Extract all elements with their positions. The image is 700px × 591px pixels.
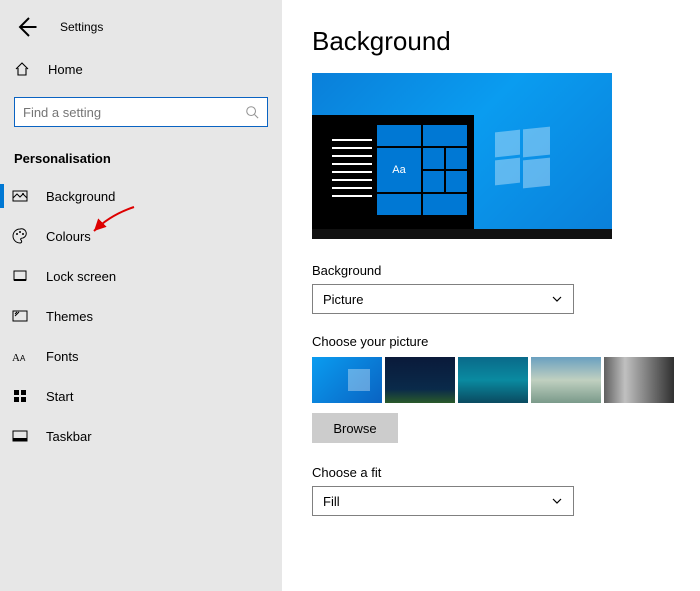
background-dropdown-label: Background	[312, 263, 680, 278]
choose-picture-label: Choose your picture	[312, 334, 680, 349]
sidebar-item-background[interactable]: Background	[0, 176, 282, 216]
start-icon	[12, 388, 28, 404]
sidebar-item-label: Colours	[46, 229, 91, 244]
fit-dropdown-label: Choose a fit	[312, 465, 680, 480]
picture-icon	[12, 188, 28, 204]
home-icon	[14, 61, 30, 77]
picture-thumb[interactable]	[312, 357, 382, 403]
home-label: Home	[48, 62, 83, 77]
arrow-left-icon	[14, 15, 38, 39]
section-title: Personalisation	[0, 131, 282, 176]
svg-text:A: A	[12, 352, 20, 364]
picture-thumb[interactable]	[458, 357, 528, 403]
sidebar-item-start[interactable]: Start	[0, 376, 282, 416]
background-dropdown[interactable]: Picture	[312, 284, 574, 314]
palette-icon	[12, 228, 28, 244]
svg-text:A: A	[20, 354, 26, 363]
search-input[interactable]	[23, 105, 245, 120]
picture-thumbnails	[312, 357, 680, 403]
chevron-down-icon	[551, 293, 563, 305]
sidebar-item-label: Lock screen	[46, 269, 116, 284]
fit-dropdown-value: Fill	[323, 494, 340, 509]
sidebar-item-colours[interactable]: Colours	[0, 216, 282, 256]
search-icon	[245, 105, 259, 119]
app-title: Settings	[60, 20, 103, 34]
fit-dropdown[interactable]: Fill	[312, 486, 574, 516]
picture-thumb[interactable]	[531, 357, 601, 403]
picture-thumb[interactable]	[385, 357, 455, 403]
sidebar-item-fonts[interactable]: AA Fonts	[0, 336, 282, 376]
sidebar-item-lockscreen[interactable]: Lock screen	[0, 256, 282, 296]
sidebar-item-themes[interactable]: Themes	[0, 296, 282, 336]
chevron-down-icon	[551, 495, 563, 507]
picture-thumb[interactable]	[604, 357, 674, 403]
background-dropdown-value: Picture	[323, 292, 363, 307]
sidebar-item-label: Fonts	[46, 349, 79, 364]
desktop-preview: Aa	[312, 73, 612, 239]
windows-logo-icon	[495, 131, 550, 186]
taskbar-icon	[12, 428, 28, 444]
browse-button[interactable]: Browse	[312, 413, 398, 443]
themes-icon	[12, 308, 28, 324]
home-nav[interactable]: Home	[0, 51, 282, 87]
sidebar-item-label: Themes	[46, 309, 93, 324]
page-title: Background	[312, 26, 680, 57]
sidebar-item-label: Start	[46, 389, 73, 404]
lockscreen-icon	[12, 268, 28, 284]
sidebar-item-label: Background	[46, 189, 115, 204]
sidebar-item-taskbar[interactable]: Taskbar	[0, 416, 282, 456]
fonts-icon: AA	[12, 348, 28, 364]
back-button[interactable]	[14, 15, 38, 39]
search-input-wrap[interactable]	[14, 97, 268, 127]
preview-sample-text: Aa	[377, 148, 421, 192]
sidebar-item-label: Taskbar	[46, 429, 92, 444]
